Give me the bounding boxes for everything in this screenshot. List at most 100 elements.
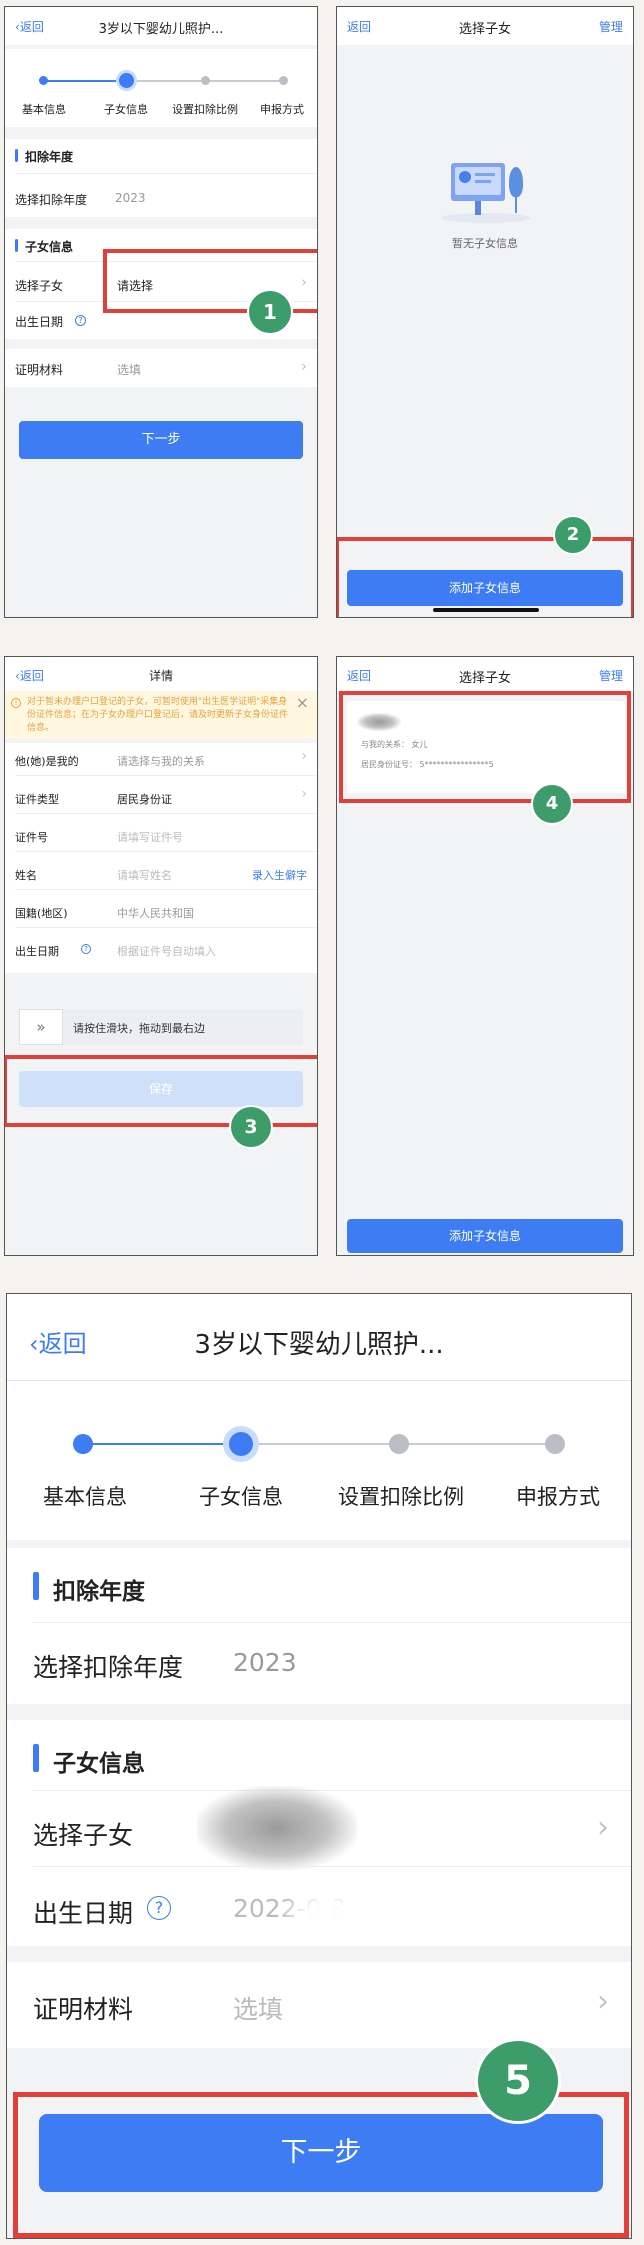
chevron-right-icon: › [597, 1810, 609, 1845]
proof-field[interactable]: 选填 [117, 361, 141, 378]
divider [15, 173, 317, 174]
empty-illustration-icon [441, 157, 531, 227]
warning-icon: ! [11, 698, 21, 708]
step-label-3: 设置扣除比例 [172, 103, 238, 116]
proof-card: 证明材料 选填 › [7, 1962, 631, 2048]
id-number-label: 证件号 [15, 831, 48, 844]
help-icon[interactable]: ? [75, 315, 86, 326]
progress-stepper: 基本信息 子女信息 设置扣除比例 申报方式 [5, 49, 317, 127]
home-indicator [433, 1255, 539, 1256]
help-icon[interactable]: ? [81, 944, 91, 954]
section-title: 扣除年度 [25, 150, 74, 164]
step-label-3: 设置扣除比例 [338, 1485, 464, 1509]
next-button[interactable]: 下一步 [19, 421, 303, 459]
step-dot-2 [119, 73, 134, 88]
step-line-2 [241, 1443, 401, 1445]
birth-date-blur [283, 1886, 373, 1940]
help-icon[interactable]: ? [147, 1896, 171, 1920]
step-badge-1: 1 [247, 289, 293, 335]
manage-button[interactable]: 管理 [599, 667, 623, 684]
step-line-2 [127, 80, 205, 82]
section-bar [33, 1744, 39, 1772]
step-dot-3 [201, 76, 210, 85]
deduction-year-value[interactable]: 2023 [233, 1648, 297, 1677]
id-type-label: 证件类型 [15, 793, 59, 806]
proof-label: 证明材料 [15, 363, 64, 377]
birth-date-label: 出生日期 [33, 1899, 134, 1928]
slider-hint-text: 请按住滑块，拖动到最右边 [73, 1022, 205, 1035]
step-badge-2: 2 [553, 515, 593, 555]
panel-deduction-form: ‹返回 3岁以下婴幼儿照护... 基本信息 子女信息 设置扣除比例 申报方式 扣… [4, 6, 318, 618]
divider [33, 1622, 631, 1623]
proof-label: 证明材料 [33, 1995, 134, 2024]
deduction-year-card: 扣除年度 选择扣除年度 2023 [5, 139, 317, 217]
nav-bar: 返回 选择子女 管理 [337, 657, 633, 691]
highlight-add-child [337, 537, 633, 617]
chevron-right-icon: › [597, 1984, 609, 2019]
select-child-label: 选择子女 [15, 279, 64, 293]
step-dot-3 [389, 1434, 409, 1454]
slider-handle[interactable]: » [19, 1009, 63, 1045]
name-input[interactable]: 请填写姓名 [117, 867, 172, 883]
add-child-button[interactable]: 添加子女信息 [347, 1219, 623, 1253]
child-info-card: 子女信息 选择子女 › 出生日期 ? 2022-0 8 [7, 1720, 631, 1946]
nav-bar: ‹返回 3岁以下婴幼儿照护... [5, 7, 317, 45]
step-badge-4: 4 [531, 783, 573, 825]
step-line-1 [43, 80, 127, 82]
step-dot-4 [545, 1434, 565, 1454]
highlight-child-card [339, 691, 631, 803]
step-badge-3: 3 [229, 1105, 273, 1149]
highlight-save [5, 1055, 317, 1127]
progress-stepper: 基本信息 子女信息 设置扣除比例 申报方式 [7, 1380, 631, 1540]
relation-field[interactable]: 请选择与我的关系 [117, 753, 205, 769]
rare-char-link[interactable]: 录入生僻字 [252, 867, 307, 883]
chevron-right-icon: › [301, 357, 307, 375]
warning-text: 对于暂未办理户口登记的子女，可暂时使用"出生医学证明"采集身份证件信息；在为子女… [27, 697, 289, 733]
nav-bar: ‹返回 详情 [5, 657, 317, 691]
section-bar [15, 149, 18, 162]
child-name-blurred[interactable] [197, 1786, 357, 1870]
divider [15, 775, 317, 776]
divider [15, 813, 317, 814]
section-bar [15, 239, 18, 252]
proof-field[interactable]: 选填 [233, 1990, 283, 2026]
nav-bar: 返回 选择子女 管理 [337, 7, 633, 45]
chevron-right-icon: › [301, 786, 307, 802]
deduction-year-card: 扣除年度 选择扣除年度 2023 [7, 1548, 631, 1704]
step-dot-1 [73, 1434, 93, 1454]
divider [15, 851, 317, 852]
section-title: 扣除年度 [53, 1579, 145, 1605]
empty-state-text: 暂无子女信息 [452, 237, 518, 250]
divider [15, 927, 317, 928]
step-label-4: 申报方式 [260, 103, 304, 116]
id-number-input[interactable]: 请填写证件号 [117, 829, 183, 845]
step-label-1: 基本信息 [22, 103, 66, 116]
birth-date-label: 出生日期 [15, 945, 59, 958]
page-title: 3岁以下婴幼儿照护... [194, 1330, 444, 1360]
slider-captcha[interactable]: » 请按住滑块，拖动到最右边 [19, 1009, 303, 1045]
page-title: 选择子女 [458, 22, 511, 37]
details-form: 他(她)是我的 请选择与我的关系 › 证件类型 居民身份证 › 证件号 请填写证… [5, 743, 317, 973]
manage-button[interactable]: 管理 [599, 18, 623, 35]
divider [15, 889, 317, 890]
section-title: 子女信息 [53, 1751, 145, 1777]
step-badge-5: 5 [475, 2038, 561, 2124]
divider [33, 1866, 631, 1867]
panel-select-child-empty: 返回 选择子女 管理 暂无子女信息 添加子女信息 2 [336, 6, 634, 618]
chevron-right-icon: › [301, 748, 307, 764]
step-line-1 [85, 1443, 241, 1445]
page-title: 详情 [148, 669, 173, 683]
section-bar [33, 1572, 39, 1600]
page-title: 选择子女 [458, 671, 511, 686]
name-label: 姓名 [15, 869, 37, 882]
step-label-4: 申报方式 [516, 1485, 600, 1509]
deduction-year-value[interactable]: 2023 [115, 191, 146, 205]
step-line-3 [205, 80, 283, 82]
step-dot-4 [279, 76, 288, 85]
panel-child-details: ‹返回 详情 ! 对于暂未办理户口登记的子女，可暂时使用"出生医学证明"采集身份… [4, 656, 318, 1256]
warning-banner: ! 对于暂未办理户口登记的子女，可暂时使用"出生医学证明"采集身份证件信息；在为… [5, 691, 317, 739]
id-type-field[interactable]: 居民身份证 [117, 791, 172, 807]
step-label-2: 子女信息 [104, 103, 148, 116]
close-icon[interactable]: × [296, 693, 309, 712]
deduction-year-label: 选择扣除年度 [15, 193, 88, 207]
